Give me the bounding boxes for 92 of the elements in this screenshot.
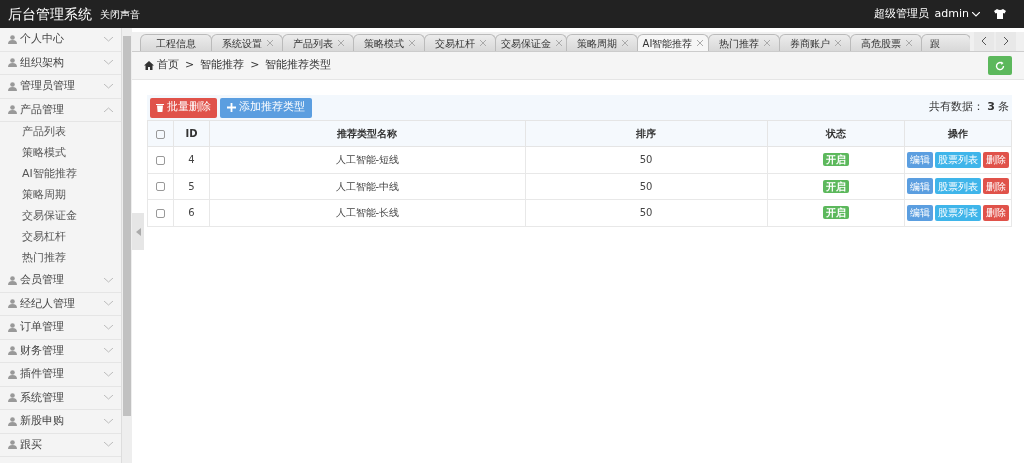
table-cell: 人工智能-中线 <box>209 173 526 200</box>
breadcrumb-link[interactable]: 智能推荐 <box>200 57 245 74</box>
person-icon <box>8 58 17 68</box>
app-title: 后台管理系统 <box>8 4 92 24</box>
sound-toggle-link[interactable]: 关闭声音 <box>100 6 140 22</box>
tab[interactable]: 交易杠杆 <box>424 34 496 51</box>
sidebar-item[interactable]: 插件管理 <box>0 363 121 387</box>
table-cell: 5 <box>173 173 210 200</box>
submenu-item[interactable]: 热门推荐 <box>0 248 121 269</box>
person-icon <box>8 81 17 91</box>
breadcrumb-separator: > <box>250 57 260 74</box>
person-icon <box>8 34 17 44</box>
table-cell: 50 <box>525 199 768 226</box>
select-all-checkbox[interactable] <box>156 129 165 139</box>
delete-button[interactable]: 删除 <box>983 178 1009 195</box>
breadcrumb-current: 智能推荐类型 <box>265 57 332 74</box>
table-cell: 6 <box>173 199 210 226</box>
sidebar-item[interactable]: 个人中心 <box>0 28 121 52</box>
status-badge: 开启 <box>822 153 849 167</box>
table-cell: 人工智能-长线 <box>209 199 526 226</box>
total-count: 共有数据： 3 条 <box>929 99 1009 116</box>
tab[interactable]: 策略周期 <box>566 34 638 51</box>
tab[interactable]: 跟 <box>921 34 970 51</box>
column-header: 状态 <box>767 120 905 147</box>
tab[interactable]: 工程信息 <box>140 34 212 51</box>
tab[interactable]: 策略模式 <box>353 34 425 51</box>
trash-icon <box>156 103 164 112</box>
chevron-down-icon <box>972 11 980 17</box>
table-cell: 4 <box>173 146 210 173</box>
delete-button[interactable]: 删除 <box>983 151 1009 168</box>
tab[interactable]: 热门推荐 <box>708 34 780 51</box>
sidebar-item[interactable]: 财务管理 <box>0 339 121 363</box>
shirt-icon[interactable] <box>994 9 1006 19</box>
submenu-item[interactable]: 策略模式 <box>0 143 121 164</box>
sidebar-item[interactable]: 经纪人管理 <box>0 292 121 316</box>
caret-left-icon <box>135 227 141 236</box>
status-badge: 开启 <box>822 206 849 220</box>
chevron-left-icon <box>981 37 987 46</box>
table-cell: 50 <box>525 173 768 200</box>
column-header: ID <box>173 120 210 147</box>
person-icon <box>8 393 17 403</box>
submenu-item[interactable]: 产品列表 <box>0 122 121 143</box>
submenu-item[interactable]: 交易保证金 <box>0 206 121 227</box>
scroll-right-button[interactable] <box>996 32 1016 51</box>
submenu-item[interactable]: 交易杠杆 <box>0 227 121 248</box>
refresh-icon <box>995 60 1005 71</box>
sidebar-item[interactable]: 会员管理 <box>0 269 121 293</box>
batch-delete-button[interactable]: 批量删除 <box>150 97 217 118</box>
person-icon <box>8 369 17 379</box>
column-header: 操作 <box>904 120 1012 147</box>
user-menu[interactable]: admin <box>934 5 980 23</box>
tab[interactable]: 产品列表 <box>282 34 354 51</box>
tab[interactable]: 券商账户 <box>779 34 851 51</box>
delete-button[interactable]: 删除 <box>983 204 1009 221</box>
tab[interactable]: 高危股票 <box>850 34 922 51</box>
person-icon <box>8 440 17 450</box>
sidebar-item[interactable]: 产品管理 <box>0 98 121 122</box>
tab[interactable]: AI智能推荐 <box>637 34 709 51</box>
column-header: 推荐类型名称 <box>209 120 526 147</box>
role-label: 超级管理员 <box>873 5 929 22</box>
person-icon <box>8 416 17 426</box>
collapse-handle[interactable] <box>132 213 144 250</box>
tab[interactable]: 交易保证金 <box>495 34 567 51</box>
sidebar-item[interactable]: 系统管理 <box>0 386 121 410</box>
scrollbar-thumb[interactable] <box>123 36 131 416</box>
sidebar-item[interactable]: 订单管理 <box>0 316 121 340</box>
home-icon <box>144 61 154 70</box>
plus-icon <box>227 103 236 112</box>
breadcrumb-separator: > <box>185 57 195 74</box>
sidebar-item[interactable]: 组织架构 <box>0 51 121 75</box>
status-badge: 开启 <box>822 179 849 193</box>
submenu-item[interactable]: AI智能推荐 <box>0 164 121 185</box>
person-icon <box>8 322 17 332</box>
column-header: 排序 <box>525 120 768 147</box>
sidebar-item[interactable]: 管理员管理 <box>0 75 121 99</box>
submenu-item[interactable]: 策略周期 <box>0 185 121 206</box>
chevron-right-icon <box>1003 37 1009 46</box>
person-icon <box>8 105 17 115</box>
row-checkbox[interactable] <box>156 208 165 218</box>
refresh-button[interactable] <box>988 56 1012 75</box>
row-checkbox[interactable] <box>156 182 165 192</box>
breadcrumb-link[interactable]: 首页 <box>157 57 179 74</box>
person-icon <box>8 346 17 356</box>
table-cell: 50 <box>525 146 768 173</box>
row-checkbox[interactable] <box>156 155 165 165</box>
tab[interactable]: 系统设置 <box>211 34 283 51</box>
person-icon <box>8 275 17 285</box>
person-icon <box>8 299 17 309</box>
scroll-left-button[interactable] <box>974 32 994 51</box>
sidebar-item[interactable]: 新股申购 <box>0 410 121 434</box>
table-cell: 人工智能-短线 <box>209 146 526 173</box>
sidebar-item[interactable]: 跟买 <box>0 433 121 457</box>
